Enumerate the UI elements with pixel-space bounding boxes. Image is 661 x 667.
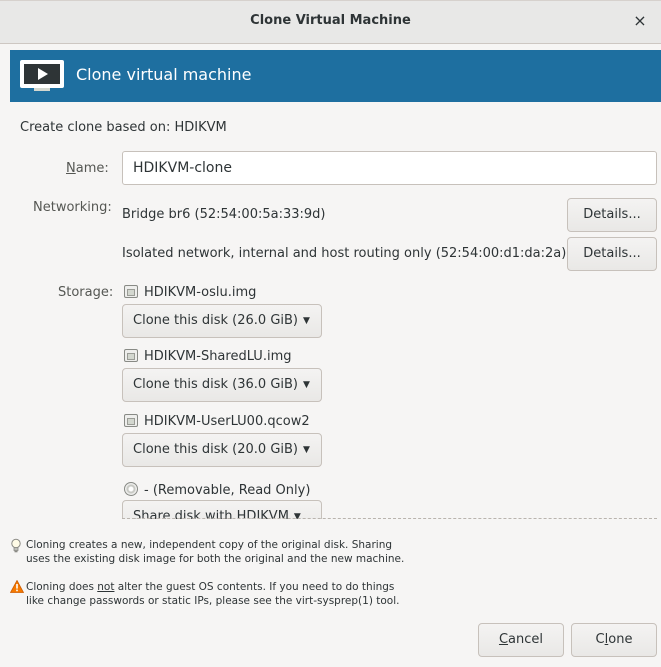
disk-item: HDIKVM-UserLU00.qcow2 bbox=[124, 414, 310, 429]
cdrom-icon bbox=[124, 482, 138, 496]
network-interface-1: Bridge br6 (52:54:00:5a:33:9d) bbox=[122, 207, 326, 222]
network-interface-2: Isolated network, internal and host rout… bbox=[122, 246, 567, 261]
clone-info-note: Cloning creates a new, independent copy … bbox=[10, 538, 450, 568]
name-label-rest: ame: bbox=[75, 161, 109, 176]
disk-action-dropdown[interactable]: Clone this disk (20.0 GiB) ▼ bbox=[122, 433, 322, 467]
header-banner: Clone virtual machine bbox=[10, 50, 661, 102]
disk-name: HDIKVM-SharedLU.img bbox=[144, 349, 292, 364]
vm-monitor-icon bbox=[20, 60, 64, 91]
storage-label: Storage: bbox=[58, 285, 114, 300]
disk-item: HDIKVM-SharedLU.img bbox=[124, 349, 291, 364]
cancel-button[interactable]: Cancel bbox=[478, 623, 564, 657]
clone-label-b: one bbox=[608, 632, 633, 647]
clone-warning-note: Cloning does not alter the guest OS cont… bbox=[10, 580, 450, 610]
window-title: Clone Virtual Machine bbox=[250, 13, 411, 28]
networking-label: Networking: bbox=[33, 200, 112, 215]
window-titlebar: Clone Virtual Machine × bbox=[0, 0, 661, 44]
clone-label-a: C bbox=[595, 632, 605, 647]
disk-action-value: Clone this disk (20.0 GiB) bbox=[133, 442, 298, 457]
cancel-label-rest: ancel bbox=[508, 632, 544, 647]
banner-title: Clone virtual machine bbox=[76, 65, 252, 84]
disk-name: HDIKVM-UserLU00.qcow2 bbox=[144, 414, 310, 429]
storage-scroll-divider bbox=[122, 518, 657, 519]
disk-action-dropdown[interactable]: Clone this disk (36.0 GiB) ▼ bbox=[122, 368, 322, 402]
dropdown-arrow-icon: ▼ bbox=[303, 316, 310, 326]
warning-line-2: like change passwords or static IPs, ple… bbox=[26, 595, 400, 607]
disk-icon bbox=[124, 285, 138, 298]
name-label: Name: bbox=[66, 161, 109, 176]
info-line-2: uses the existing disk image for both th… bbox=[26, 553, 405, 565]
cancel-mnemonic: C bbox=[498, 632, 509, 647]
storage-scroll-clip: Share disk with HDIKVM ▼ bbox=[0, 495, 661, 519]
warning-text-not: not bbox=[97, 581, 115, 593]
dropdown-arrow-icon: ▼ bbox=[303, 380, 310, 390]
warning-icon bbox=[10, 580, 24, 593]
info-line-1: Cloning creates a new, independent copy … bbox=[26, 539, 393, 551]
disk-name: HDIKVM-oslu.img bbox=[144, 285, 257, 300]
name-input[interactable] bbox=[122, 151, 657, 185]
dropdown-arrow-icon: ▼ bbox=[303, 445, 310, 455]
warning-line-1: Cloning does not alter the guest OS cont… bbox=[26, 580, 394, 594]
clone-button[interactable]: Clone bbox=[571, 623, 657, 657]
disk-action-dropdown[interactable]: Share disk with HDIKVM ▼ bbox=[122, 500, 322, 519]
network-1-details-button[interactable]: Details... bbox=[567, 198, 657, 232]
disk-icon bbox=[124, 349, 138, 362]
clone-source-label: Create clone based on: HDIKVM bbox=[20, 120, 227, 135]
network-2-details-button[interactable]: Details... bbox=[567, 237, 657, 271]
disk-action-value: Clone this disk (26.0 GiB) bbox=[133, 313, 298, 328]
warning-text-a: Cloning does bbox=[26, 581, 98, 593]
disk-item: HDIKVM-oslu.img bbox=[124, 285, 256, 300]
disk-action-dropdown[interactable]: Clone this disk (26.0 GiB) ▼ bbox=[122, 304, 322, 338]
disk-action-value: Clone this disk (36.0 GiB) bbox=[133, 377, 298, 392]
warning-text-b: alter the guest OS contents. If you need… bbox=[114, 581, 395, 593]
close-icon[interactable]: × bbox=[629, 10, 651, 32]
disk-icon bbox=[124, 414, 138, 427]
lightbulb-icon bbox=[11, 538, 21, 553]
name-label-mnemonic: N bbox=[66, 161, 76, 176]
